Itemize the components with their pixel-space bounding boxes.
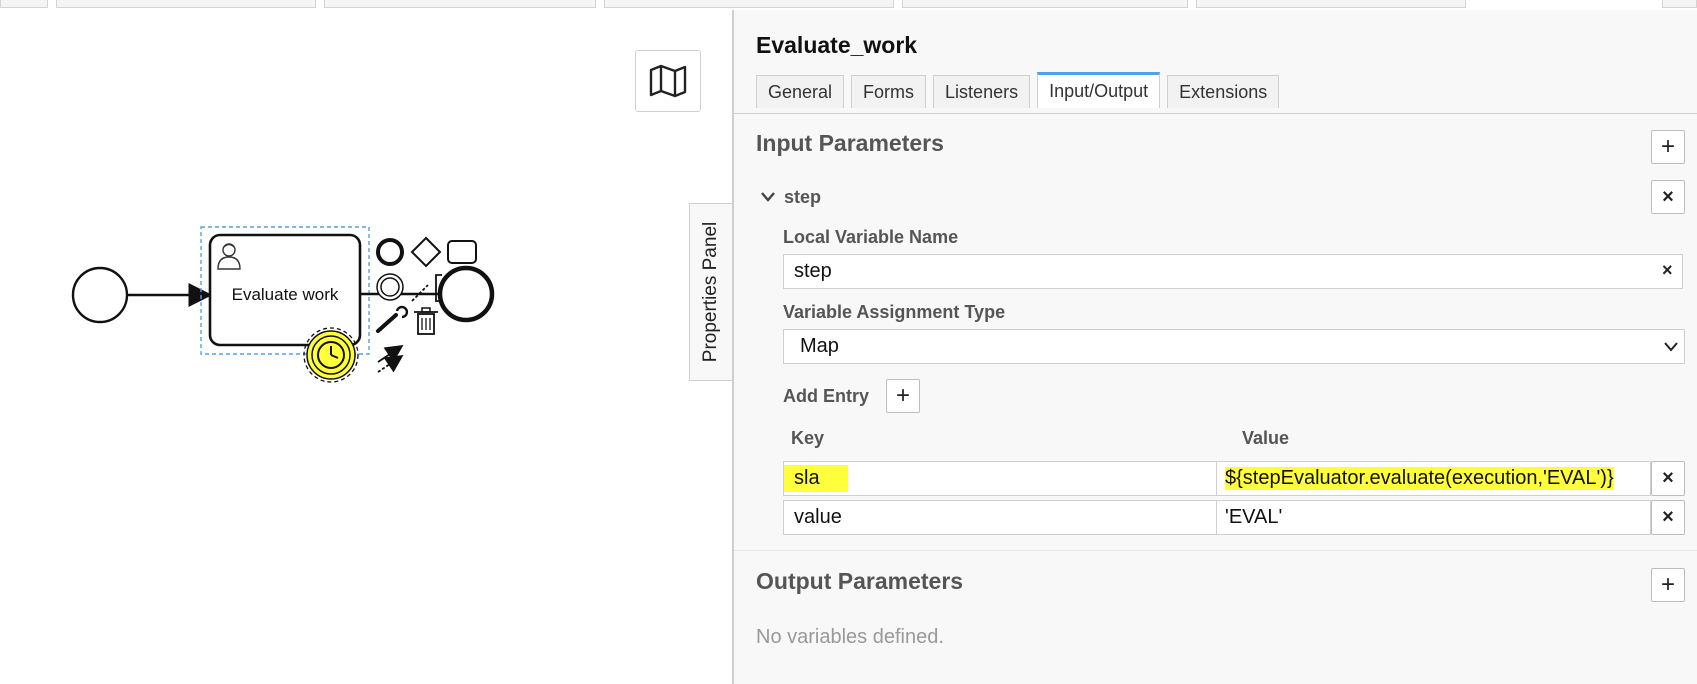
entry-key-input[interactable]: sla [783,461,1217,496]
entry-value-input[interactable]: 'EVAL' [1216,500,1651,535]
start-event[interactable] [71,266,129,324]
clock-icon [317,341,345,369]
text-annotation-icon[interactable] [411,274,442,302]
no-variables-text: No variables defined. [756,626,944,648]
entry-key-value: sla [784,465,848,492]
parameter-name[interactable]: step [784,187,821,208]
editor-tab[interactable] [324,0,596,8]
entry-value-input[interactable]: ${stepEvaluator.evaluate(execution,'EVAL… [1216,461,1651,496]
entry-value-value: 'EVAL' [1225,506,1283,528]
local-variable-name-label: Local Variable Name [783,227,959,247]
editor-tab[interactable] [604,0,894,8]
local-variable-name-input[interactable]: step [783,254,1683,289]
append-intermediate-event-icon[interactable] [376,273,404,301]
chevron-down-icon[interactable] [760,190,776,204]
editor-tab[interactable] [902,0,1188,8]
value-column-header: Value [1242,428,1290,448]
change-type-icon[interactable] [376,305,409,333]
boundary-timer-event[interactable] [303,327,359,383]
tab-general[interactable]: General [756,75,845,108]
entry-value-value: ${stepEvaluator.evaluate(execution,'EVAL… [1225,467,1614,490]
clear-input-button[interactable]: × [1662,260,1673,281]
connect-icon[interactable] [377,345,404,373]
input-parameters-title: Input Parameters [756,130,944,156]
editor-tab[interactable] [1662,0,1697,8]
editor-tab[interactable] [1196,0,1466,8]
chevron-down-icon [1664,342,1678,352]
add-entry-button[interactable]: + [886,379,920,413]
add-output-parameter-button[interactable]: + [1651,568,1685,602]
tab-extensions[interactable]: Extensions [1167,75,1280,108]
append-gateway-icon[interactable] [410,236,442,268]
add-input-parameter-button[interactable]: + [1651,130,1685,164]
properties-panel-toggle-label: Properties Panel [700,221,722,363]
entry-key-value: value [794,506,842,528]
entry-key-input[interactable]: value [783,500,1217,535]
editor-tab-strip [0,0,1697,10]
variable-assignment-type-value: Map [800,335,839,357]
tab-forms[interactable]: Forms [851,75,927,108]
section-divider [734,550,1697,551]
remove-entry-button[interactable]: × [1651,461,1685,496]
bpmn-diagram: Evaluate work [71,226,495,383]
variable-assignment-type-label: Variable Assignment Type [783,302,1006,322]
editor-tab[interactable] [56,0,316,8]
editor-tab[interactable] [0,0,48,8]
tab-divider [734,113,1697,114]
element-title: Evaluate_work [756,32,918,58]
key-column-header: Key [791,428,825,448]
modeling-canvas[interactable]: Evaluate work [0,10,732,684]
properties-panel-toggle[interactable]: Properties Panel [689,203,733,381]
tab-listeners[interactable]: Listeners [933,75,1031,108]
task-label: Evaluate work [232,285,339,304]
properties-tabs: General Forms Listeners Input/Output Ext… [756,72,1280,110]
remove-entry-button[interactable]: × [1651,500,1685,535]
append-end-event-icon[interactable] [376,238,404,266]
properties-panel: Evaluate_work General Forms Listeners In… [732,10,1697,684]
append-task-icon[interactable] [447,240,477,264]
end-event[interactable] [437,265,495,323]
local-variable-name-value: step [794,260,832,282]
add-entry-label: Add Entry [783,386,870,406]
trash-icon[interactable] [414,307,438,335]
editor-tab-active[interactable] [1474,0,1654,8]
remove-parameter-button[interactable]: × [1651,180,1685,214]
variable-assignment-type-select[interactable]: Map [783,329,1685,364]
tab-input-output[interactable]: Input/Output [1037,72,1161,108]
output-parameters-title: Output Parameters [756,568,964,594]
